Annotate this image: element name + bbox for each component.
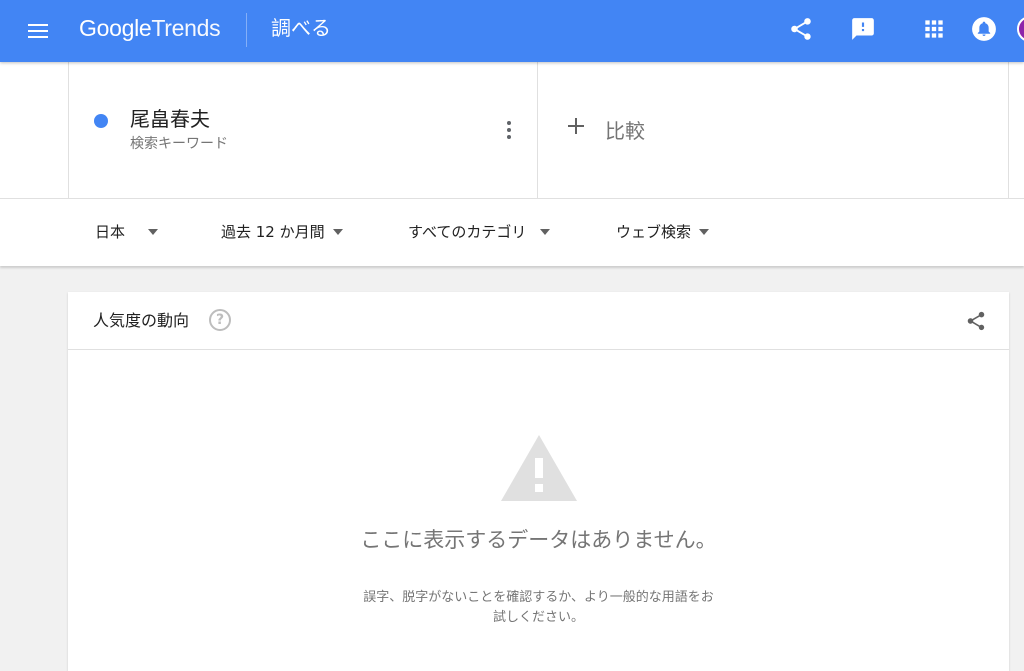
logo-google-text: Google <box>79 15 152 41</box>
avatar[interactable] <box>1017 16 1024 42</box>
dropdown-arrow-icon <box>148 228 159 235</box>
terms-bar-left <box>0 62 68 198</box>
google-trends-logo[interactable]: GoogleTrends <box>79 13 221 43</box>
category-filter[interactable]: すべてのカテゴリ <box>408 221 551 243</box>
card-header: 人気度の動向 ? <box>68 292 1009 350</box>
search-term-card[interactable]: 尾畠春夫 検索キーワード <box>68 62 538 198</box>
terms-bar-right <box>1009 62 1024 198</box>
logo-trends-text: Trends <box>151 15 221 41</box>
search-term-type: 検索キーワード <box>130 136 228 152</box>
add-icon <box>568 118 584 134</box>
category-filter-label: すべてのカテゴリ <box>408 223 527 241</box>
dropdown-arrow-icon <box>332 228 343 235</box>
empty-state-title: ここに表示するデータはありません。 <box>360 528 717 552</box>
apps-icon[interactable] <box>921 16 947 42</box>
notifications-icon[interactable] <box>971 16 997 42</box>
empty-state-description: 誤字、脱字がないことを確認するか、より一般的な用語をお試しください。 <box>363 590 714 625</box>
dropdown-arrow-icon <box>699 228 710 235</box>
more-vert-icon[interactable] <box>499 119 519 141</box>
search-type-filter[interactable]: ウェブ検索 <box>616 221 710 243</box>
compare-label: 比較 <box>605 119 645 143</box>
filter-bar: 日本 過去 12 か月間 すべてのカテゴリ ウェブ検索 <box>0 198 1024 266</box>
page-title: 調べる <box>271 16 331 40</box>
app-bar: GoogleTrends 調べる <box>0 0 1024 62</box>
card-title: 人気度の動向 <box>93 311 190 330</box>
period-filter[interactable]: 過去 12 か月間 <box>221 221 343 243</box>
dropdown-arrow-icon <box>540 228 551 235</box>
menu-icon[interactable] <box>26 19 50 43</box>
interest-over-time-card: 人気度の動向 ? ここに表示するデータはありません。 誤字、脱字がないことを確認… <box>68 292 1009 671</box>
period-filter-label: 過去 12 か月間 <box>221 223 325 241</box>
share-icon[interactable] <box>788 16 814 42</box>
share-icon[interactable] <box>965 310 987 332</box>
region-filter-label: 日本 <box>95 223 126 241</box>
compare-button[interactable]: 比較 <box>538 62 1009 198</box>
help-icon[interactable]: ? <box>209 309 231 331</box>
term-color-dot <box>94 114 108 128</box>
warning-icon <box>500 434 578 502</box>
header-divider <box>246 13 247 47</box>
search-type-filter-label: ウェブ検索 <box>616 223 692 241</box>
region-filter[interactable]: 日本 <box>95 221 159 243</box>
feedback-icon[interactable] <box>850 16 876 42</box>
search-term[interactable]: 尾畠春夫 <box>130 106 210 132</box>
